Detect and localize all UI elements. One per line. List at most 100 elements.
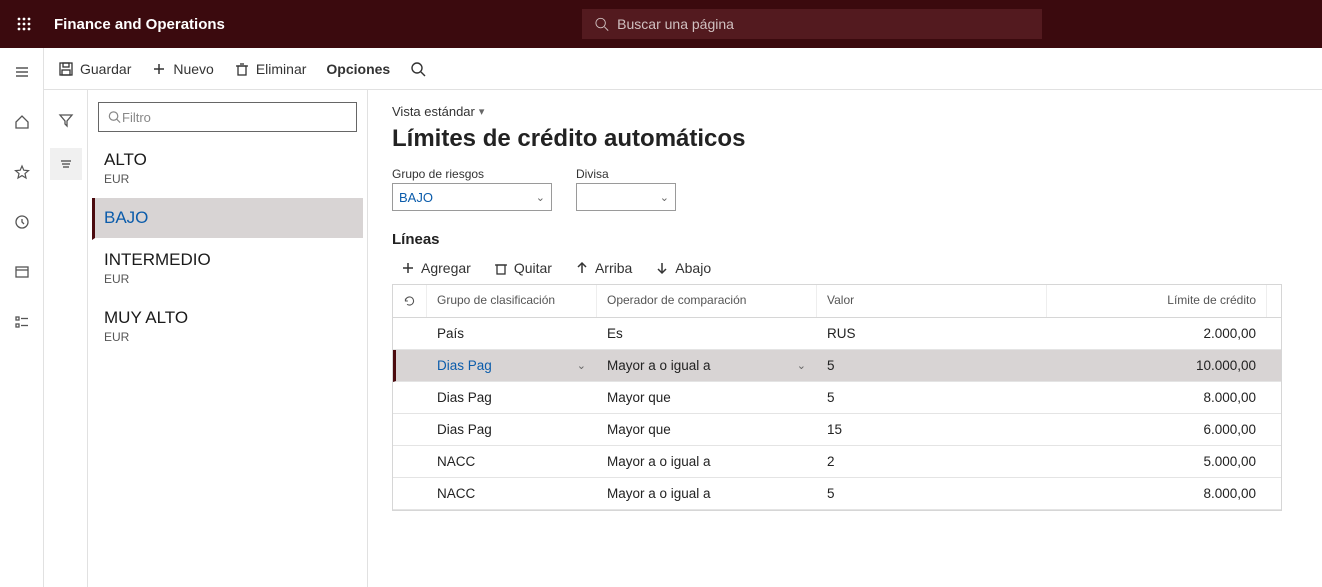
risk-group-field: Grupo de riesgos BAJO ⌄: [392, 167, 552, 211]
list-item[interactable]: MUY ALTOEUR: [92, 298, 363, 356]
sort-icon[interactable]: [50, 148, 82, 180]
table-row[interactable]: PaísEsRUS2.000,00: [393, 318, 1281, 350]
table-row[interactable]: NACCMayor a o igual a58.000,00: [393, 478, 1281, 510]
cell-operator[interactable]: Mayor a o igual a⌄: [597, 350, 817, 381]
remove-line-label: Quitar: [514, 260, 552, 276]
list-item-subtitle: EUR: [104, 172, 351, 186]
row-selector[interactable]: [396, 350, 427, 381]
col-header-operator[interactable]: Operador de comparación: [597, 285, 817, 317]
move-down-label: Abajo: [675, 260, 711, 276]
col-header-class[interactable]: Grupo de clasificación: [427, 285, 597, 317]
refresh-icon: [403, 293, 416, 309]
list-item[interactable]: BAJO: [92, 198, 363, 240]
list-item-title: BAJO: [104, 208, 351, 228]
cell-class-group[interactable]: País: [427, 318, 597, 349]
delete-label: Eliminar: [256, 61, 307, 77]
cell-credit-limit[interactable]: 2.000,00: [1047, 318, 1267, 349]
cell-class-group[interactable]: Dias Pag: [427, 382, 597, 413]
search-icon: [107, 109, 122, 125]
cell-operator[interactable]: Mayor a o igual a: [597, 446, 817, 477]
options-button[interactable]: Opciones: [326, 61, 390, 77]
move-down-button[interactable]: Abajo: [654, 260, 711, 276]
refresh-column-button[interactable]: [393, 285, 427, 317]
save-button[interactable]: Guardar: [58, 61, 131, 77]
cell-operator[interactable]: Es: [597, 318, 817, 349]
list-filter[interactable]: [98, 102, 357, 132]
lines-section-title: Líneas: [392, 231, 1322, 248]
arrow-up-icon: [574, 260, 590, 276]
cell-value[interactable]: 5: [817, 382, 1047, 413]
star-icon[interactable]: [6, 156, 38, 188]
delete-button[interactable]: Eliminar: [234, 61, 307, 77]
grid-header: Grupo de clasificación Operador de compa…: [393, 284, 1281, 318]
list-item-title: ALTO: [104, 150, 351, 170]
app-launcher-icon[interactable]: [0, 16, 48, 32]
table-row[interactable]: NACCMayor a o igual a25.000,00: [393, 446, 1281, 478]
filter-icon[interactable]: [50, 104, 82, 136]
list-item[interactable]: ALTO EUR: [92, 140, 363, 198]
cell-value[interactable]: RUS: [817, 318, 1047, 349]
remove-line-button[interactable]: Quitar: [493, 260, 552, 276]
cell-credit-limit[interactable]: 10.000,00: [1047, 350, 1267, 381]
cell-class-group[interactable]: NACC: [427, 478, 597, 509]
cell-operator[interactable]: Mayor que: [597, 382, 817, 413]
add-line-button[interactable]: Agregar: [400, 260, 471, 276]
global-search-input[interactable]: [617, 16, 1030, 32]
list-mini-rail: [44, 90, 88, 587]
row-selector[interactable]: [393, 414, 427, 445]
arrow-down-icon: [654, 260, 670, 276]
cell-value[interactable]: 5: [817, 350, 1047, 381]
workspace-icon[interactable]: [6, 256, 38, 288]
chevron-down-icon: ⌄: [660, 191, 669, 204]
view-switcher[interactable]: Vista estándar ▾: [392, 104, 1322, 119]
save-label: Guardar: [80, 61, 131, 77]
global-search[interactable]: [582, 9, 1042, 39]
list-filter-input[interactable]: [122, 110, 348, 125]
search-icon: [410, 61, 426, 77]
cell-credit-limit[interactable]: 8.000,00: [1047, 478, 1267, 509]
currency-select[interactable]: ⌄: [576, 183, 676, 211]
trash-icon: [493, 260, 509, 276]
row-selector[interactable]: [393, 382, 427, 413]
row-selector[interactable]: [393, 446, 427, 477]
cell-class-group[interactable]: Dias Pag⌄: [427, 350, 597, 381]
hamburger-icon[interactable]: [6, 56, 38, 88]
save-icon: [58, 61, 74, 77]
col-header-limit[interactable]: Límite de crédito: [1047, 285, 1267, 317]
new-button[interactable]: Nuevo: [151, 61, 213, 77]
home-icon[interactable]: [6, 106, 38, 138]
view-label: Vista estándar: [392, 104, 475, 119]
cell-value[interactable]: 15: [817, 414, 1047, 445]
cell-class-group[interactable]: NACC: [427, 446, 597, 477]
table-row[interactable]: Dias PagMayor que156.000,00: [393, 414, 1281, 446]
modules-icon[interactable]: [6, 306, 38, 338]
risk-group-select[interactable]: BAJO ⌄: [392, 183, 552, 211]
move-up-button[interactable]: Arriba: [574, 260, 632, 276]
chevron-down-icon: ⌄: [577, 359, 586, 372]
move-up-label: Arriba: [595, 260, 632, 276]
trash-icon: [234, 61, 250, 77]
nav-rail: [0, 48, 44, 587]
table-row[interactable]: Dias PagMayor que58.000,00: [393, 382, 1281, 414]
cell-operator[interactable]: Mayor que: [597, 414, 817, 445]
cell-value[interactable]: 2: [817, 446, 1047, 477]
row-selector[interactable]: [393, 318, 427, 349]
add-line-label: Agregar: [421, 260, 471, 276]
table-row[interactable]: Dias Pag⌄Mayor a o igual a⌄510.000,00: [393, 350, 1281, 382]
cell-credit-limit[interactable]: 5.000,00: [1047, 446, 1267, 477]
list-item[interactable]: INTERMEDIOEUR: [92, 240, 363, 298]
cell-value[interactable]: 5: [817, 478, 1047, 509]
row-selector[interactable]: [393, 478, 427, 509]
cell-credit-limit[interactable]: 8.000,00: [1047, 382, 1267, 413]
global-header: Finance and Operations: [0, 0, 1322, 48]
col-header-value[interactable]: Valor: [817, 285, 1047, 317]
cell-credit-limit[interactable]: 6.000,00: [1047, 414, 1267, 445]
chevron-down-icon: ▾: [479, 105, 485, 118]
toolbar-search-button[interactable]: [410, 61, 426, 77]
list-item-subtitle: EUR: [104, 272, 351, 286]
chevron-down-icon: ⌄: [797, 359, 806, 372]
new-label: Nuevo: [173, 61, 213, 77]
cell-operator[interactable]: Mayor a o igual a: [597, 478, 817, 509]
recent-icon[interactable]: [6, 206, 38, 238]
cell-class-group[interactable]: Dias Pag: [427, 414, 597, 445]
